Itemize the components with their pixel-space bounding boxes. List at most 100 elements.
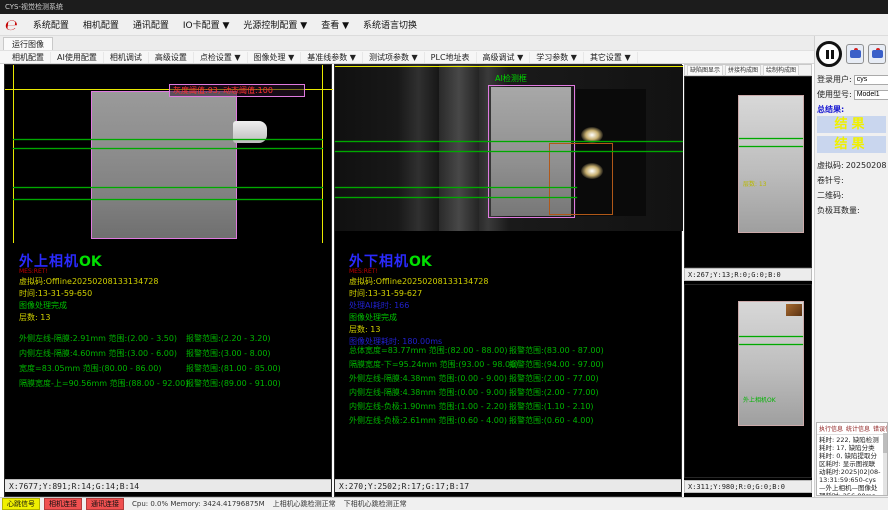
log-scrollbar[interactable]: [883, 433, 887, 495]
toolbar-button[interactable]: 学习参数 ▼: [530, 52, 584, 63]
measurement-row: 外侧左线-负极:2.61mm 范围:(0.60 - 4.00) 报警范围:(0.…: [349, 415, 659, 429]
copper-tab-region: [786, 304, 802, 316]
comm-link-badge: 通讯连接: [86, 498, 124, 510]
green-measure-line: [13, 187, 323, 188]
login-user-input[interactable]: [854, 75, 888, 85]
green-measure-line: [13, 139, 323, 140]
pin-field: 卷针号:: [817, 175, 844, 186]
measurement-list-lower: 总体宽度=83.77mm 范围:(82.00 - 88.00) 报警范围:(83…: [349, 345, 659, 429]
log-tab[interactable]: 执行信息: [819, 424, 843, 433]
vcode-value: 20250208: [846, 161, 887, 170]
login-user-label: 登录用户:: [817, 74, 852, 85]
app-window: CYS-视觉检测系统 ℮ 系统配置 相机配置 通讯配置 IO卡配置 ▼ 光源控制…: [0, 0, 888, 522]
camera-view-upper[interactable]: 灰度阈值:93, 动态阈值:100 外上相机OK MES:RET! 虚拟码:Of…: [4, 64, 332, 497]
vcode-field: 虚拟码: 20250208: [817, 160, 886, 171]
pixel-coords-readout: X:311;Y:980;R:0;G:0;B:0: [684, 480, 812, 493]
side-tab[interactable]: 绘制构成图: [763, 65, 799, 76]
toolbar-button[interactable]: 相机调试: [104, 52, 149, 63]
measurement-row: 隔膜宽度-下=95.24mm 范围:(93.00 - 98.00) 报警范围:(…: [349, 359, 659, 373]
menu-item[interactable]: 光源控制配置 ▼: [236, 18, 314, 31]
camera-view-lower[interactable]: AI检测框 外下相机OK MES:RET! 虚拟码:Offline2025020…: [334, 64, 682, 497]
total-result-text: 总结果:: [817, 104, 844, 115]
model-input[interactable]: [854, 90, 888, 100]
menu-item[interactable]: 系统配置: [26, 18, 76, 31]
green-measure-line: [739, 138, 803, 139]
camera-link-badge: 相机连接: [44, 498, 82, 510]
result-ok: OK: [79, 254, 102, 270]
thumbnail-image: 层数: 13: [738, 95, 804, 233]
process-done-line: 图像处理完成: [349, 313, 659, 323]
green-measure-line: [335, 197, 577, 198]
green-measure-line: [739, 146, 803, 147]
menu-bar: ℮ 系统配置 相机配置 通讯配置 IO卡配置 ▼ 光源控制配置 ▼ 查看 ▼ 系…: [0, 14, 888, 36]
layers-line: 层数: 13: [349, 325, 659, 335]
pixel-coords-readout: X:7677;Y:891;R:14;G:14;B:14: [5, 479, 331, 492]
menu-item[interactable]: 相机配置: [76, 18, 126, 31]
alarm-range: 报警范围:(2.00 - 77.00): [509, 373, 599, 384]
measurement-row: 外侧左线-隔膜:2.91mm 范围:(2.00 - 3.50) 报警范围:(2.…: [19, 333, 329, 348]
alarm-range: 报警范围:(81.00 - 85.00): [186, 363, 281, 374]
toolbar-button[interactable]: 图像处理 ▼: [248, 52, 302, 63]
toolbar-button[interactable]: PLC地址表: [425, 52, 477, 63]
yellow-guide-line: [335, 66, 683, 67]
green-measure-line: [13, 199, 323, 200]
result-block-upper: 外上相机OK MES:RET! 虚拟码:Offline2025020813313…: [19, 257, 329, 323]
toolbar-button[interactable]: AI使用配置: [51, 52, 104, 63]
coords-text: X:267;Y:13;R:0;G:0;B:0: [688, 271, 781, 279]
measurement-text: 隔膜宽度-下=95.24mm 范围:(93.00 - 98.00): [349, 360, 518, 369]
thumbnail-view-1[interactable]: 层数: 13: [684, 76, 812, 268]
green-measure-line: [739, 344, 803, 345]
log-info-box[interactable]: 执行信息 统计信息 错误信息 耗时: 222, 缺陷检测耗时: 17, 缺陷分类…: [816, 422, 888, 496]
camera-save-button[interactable]: [868, 44, 886, 64]
tab-strip: 运行图像: [0, 36, 888, 50]
log-tab[interactable]: 统计信息: [846, 424, 870, 433]
camera-icon: [872, 50, 883, 58]
layers-line: 层数: 13: [19, 313, 329, 323]
menu-item[interactable]: 通讯配置: [126, 18, 176, 31]
tab-run-image[interactable]: 运行图像: [3, 37, 53, 50]
control-buttons: [816, 40, 886, 68]
thumb-overlay-text: 层数: 13: [743, 182, 767, 188]
measurement-row: 总体宽度=83.77mm 范围:(82.00 - 88.00) 报警范围:(83…: [349, 345, 659, 359]
pin-label: 卷针号:: [817, 175, 844, 186]
camera-trigger-button[interactable]: [846, 44, 864, 64]
log-tab[interactable]: 错误信息: [873, 424, 888, 433]
toolbar-button[interactable]: 点检设置 ▼: [194, 52, 248, 63]
toolbar-button[interactable]: 其它设置 ▼: [584, 52, 638, 63]
alarm-range: 报警范围:(94.00 - 97.00): [509, 359, 604, 370]
alarm-range: 报警范围:(83.00 - 87.00): [509, 345, 604, 356]
log-tabs: 执行信息 统计信息 错误信息: [817, 423, 887, 435]
toolbar-button[interactable]: 基准线参数 ▼: [301, 52, 363, 63]
green-measure-line: [13, 148, 323, 149]
measurement-text: 内侧左线-隔膜:4.60mm 范围:(3.00 - 6.00): [19, 349, 177, 358]
measurement-row: 内侧左线-隔膜:4.38mm 范围:(0.00 - 9.00) 报警范围:(2.…: [349, 387, 659, 401]
menu-item[interactable]: 系统语言切换: [356, 18, 424, 31]
upper-camera-heartbeat: 上相机心跳检测正常: [273, 499, 336, 509]
menu-item[interactable]: 查看 ▼: [314, 18, 356, 31]
toolbar-button[interactable]: 相机配置: [6, 52, 51, 63]
toolbar-button[interactable]: 测试项参数 ▼: [363, 52, 425, 63]
side-tab[interactable]: 拼接构成图: [725, 65, 761, 76]
window-title: CYS-视觉检测系统: [5, 3, 63, 11]
status-bar: 心跳信号 相机连接 通讯连接 Cpu: 0.0% Memory: 3424.41…: [0, 497, 888, 510]
qr-field: 二维码:: [817, 190, 844, 201]
measurement-text: 外侧左线-隔膜:2.91mm 范围:(2.00 - 3.50): [19, 334, 177, 343]
pause-button[interactable]: [816, 41, 842, 67]
app-logo-icon: ℮: [4, 16, 19, 34]
measurement-text: 外侧左线-负极:2.61mm 范围:(0.60 - 4.00): [349, 416, 507, 425]
menu-item[interactable]: IO卡配置 ▼: [176, 18, 237, 31]
toolbar-button[interactable]: 高级调试 ▼: [477, 52, 531, 63]
side-tab[interactable]: 缺陷图显示: [687, 65, 723, 76]
coords-text: X:311;Y:980;R:0;G:0;B:0: [688, 483, 785, 491]
yellow-guide-line: [322, 65, 323, 243]
side-view-tabs: 缺陷图显示 拼接构成图 绘制构成图: [684, 64, 812, 76]
time-line: 时间:13-31-59-650: [19, 289, 329, 299]
alarm-range: 报警范围:(0.60 - 4.00): [509, 415, 594, 426]
camera-icon: [850, 50, 861, 58]
toolbar-button[interactable]: 高级设置: [149, 52, 194, 63]
thumbnail-view-2[interactable]: 外上相机OK: [684, 284, 812, 478]
title-bar: CYS-视觉检测系统: [0, 0, 888, 14]
qr-label: 二维码:: [817, 190, 844, 201]
bright-band: [439, 65, 479, 231]
cpu-memory-readout: Cpu: 0.0% Memory: 3424.41796875M: [132, 500, 265, 508]
